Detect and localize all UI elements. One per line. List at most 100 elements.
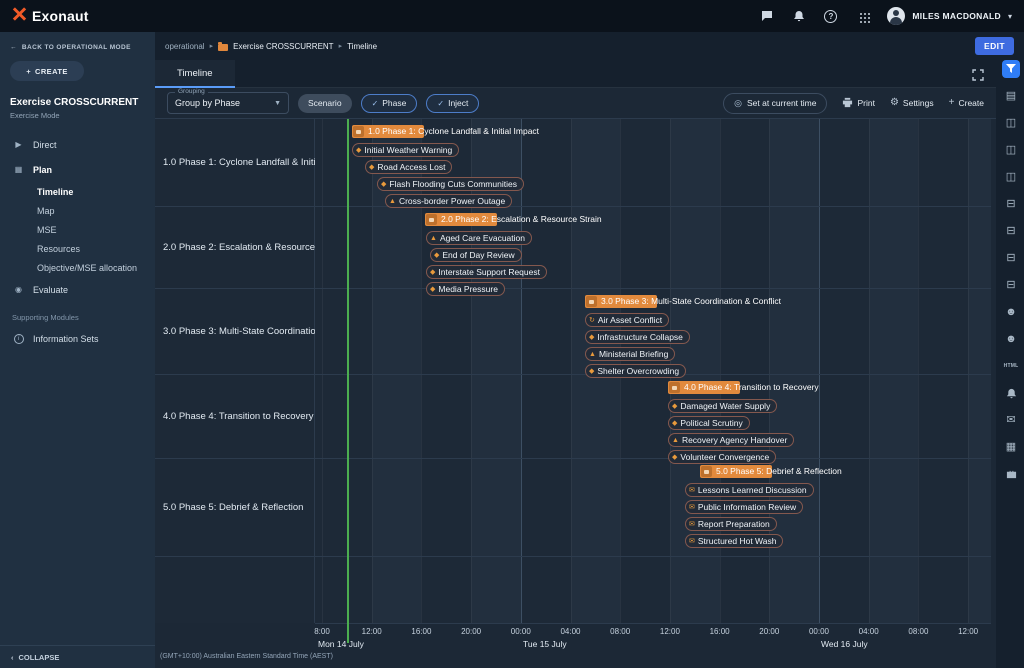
sync-icon: ↻ — [589, 317, 595, 324]
warning-icon: ▲ — [389, 198, 396, 205]
inject-chip-aged-care-evacuation[interactable]: ▲Aged Care Evacuation — [426, 231, 532, 245]
sidebar-create-button[interactable]: + CREATE — [10, 61, 84, 81]
tab-timeline[interactable]: Timeline — [155, 60, 235, 88]
case-icon[interactable] — [1002, 465, 1020, 483]
plus-icon: + — [26, 67, 31, 76]
inject-chip-interstate-support-request[interactable]: ◆Interstate Support Request — [426, 265, 547, 279]
sidebar-item-plan[interactable]: ▦Plan — [0, 157, 155, 182]
inject-chip-end-of-day-review[interactable]: ◆End of Day Review — [430, 248, 522, 262]
inject-chip-damaged-water-supply[interactable]: ◆Damaged Water Supply — [668, 399, 777, 413]
sidebar-item-resources[interactable]: Resources — [0, 239, 155, 258]
chat-icon[interactable] — [759, 9, 774, 24]
sidebar-item-mse[interactable]: MSE — [0, 220, 155, 239]
bolt-icon: ◆ — [430, 286, 435, 293]
inject-chip-structured-hot-wash[interactable]: ✉Structured Hot Wash — [685, 534, 783, 548]
sidebar-item-label: Information Sets — [33, 334, 99, 344]
breadcrumb-operational[interactable]: operational — [165, 42, 205, 51]
info-icon: i — [13, 334, 24, 344]
notifications-bell-icon[interactable] — [791, 9, 806, 24]
inject-chip-shelter-overcrowding[interactable]: ◆Shelter Overcrowding — [585, 364, 686, 378]
mail-icon[interactable]: ✉ — [1002, 411, 1020, 429]
brand-name: Exonaut — [32, 8, 89, 24]
avatar — [887, 7, 905, 25]
sidebar-item-objective-mse-allocation[interactable]: Objective/MSE allocation — [0, 258, 155, 277]
inject-chip-lessons-learned-discussion[interactable]: ✉Lessons Learned Discussion — [685, 483, 814, 497]
tray-icon[interactable]: ⊟ — [1002, 249, 1020, 267]
exercise-mode-label: Exercise Mode — [0, 108, 155, 120]
card-icon[interactable]: ◫ — [1002, 114, 1020, 132]
inject-chip-air-asset-conflict[interactable]: ↻Air Asset Conflict — [585, 313, 669, 327]
collapse-sidebar-button[interactable]: ‹ COLLAPSE — [0, 645, 155, 668]
apps-grid-icon[interactable] — [855, 9, 870, 24]
phase-bar-label: 1.0 Phase 1: Cyclone Landfall & Initial … — [368, 125, 539, 138]
sidebar-item-information-sets[interactable]: i Information Sets — [0, 326, 155, 351]
help-icon[interactable]: ? — [823, 9, 838, 24]
inject-chip-volunteer-convergence[interactable]: ◆Volunteer Convergence — [668, 450, 776, 464]
tray-icon[interactable]: ⊟ — [1002, 195, 1020, 213]
inject-chip-political-scrutiny[interactable]: ◆Political Scrutiny — [668, 416, 750, 430]
inject-chip-flash-flooding-cuts-communities[interactable]: ◆Flash Flooding Cuts Communities — [377, 177, 524, 191]
document-icon[interactable]: ▤ — [1002, 87, 1020, 105]
phase-filter-chip[interactable]: ✓ Phase — [361, 94, 418, 113]
inject-chip-media-pressure[interactable]: ◆Media Pressure — [426, 282, 505, 296]
tray-icon[interactable]: ⊟ — [1002, 222, 1020, 240]
inject-label: Report Preparation — [698, 519, 770, 529]
plus-icon: + — [949, 98, 955, 108]
bell-icon[interactable] — [1002, 384, 1020, 402]
inject-chip-initial-weather-warning[interactable]: ◆Initial Weather Warning — [352, 143, 459, 157]
sidebar-item-timeline[interactable]: Timeline — [0, 182, 155, 201]
axis-tick: 04:00 — [560, 627, 580, 636]
sidebar-item-evaluate[interactable]: ◉Evaluate — [0, 277, 155, 302]
inject-chip-report-preparation[interactable]: ✉Report Preparation — [685, 517, 777, 531]
create-button[interactable]: + Create — [949, 98, 984, 108]
app-logo[interactable]: Exonaut — [12, 7, 89, 26]
settings-button[interactable]: ⚙ Settings — [890, 98, 934, 108]
phase-row: 5.0 Phase 5: Debrief & Reflection✉Lesson… — [315, 459, 991, 557]
inject-chip-ministerial-briefing[interactable]: ▲Ministerial Briefing — [585, 347, 675, 361]
card-icon[interactable]: ◫ — [1002, 141, 1020, 159]
inject-chip-infrastructure-collapse[interactable]: ◆Infrastructure Collapse — [585, 330, 690, 344]
print-button[interactable]: Print — [842, 97, 874, 110]
set-at-current-time-button[interactable]: ◎ Set at current time — [723, 93, 827, 114]
axis-tick: 12:00 — [958, 627, 978, 636]
inject-chip-cross-border-power-outage[interactable]: ▲Cross-border Power Outage — [385, 194, 512, 208]
axis-tick: 16:00 — [710, 627, 730, 636]
back-to-operational-mode[interactable]: ← BACK TO OPERATIONAL MODE — [0, 32, 155, 51]
inject-chip-road-access-lost[interactable]: ◆Road Access Lost — [365, 160, 452, 174]
day-label: Mon 14 July — [318, 639, 364, 649]
card-icon[interactable]: ◫ — [1002, 168, 1020, 186]
gantt-chart-area[interactable]: 1.0 Phase 1: Cyclone Landfall & Initial … — [315, 119, 991, 623]
timeline-panel: Grouping Group by Phase ▼ Scenario ✓ Pha… — [155, 88, 996, 668]
sidebar-item-map[interactable]: Map — [0, 201, 155, 220]
left-sidebar: ← BACK TO OPERATIONAL MODE + CREATE Exer… — [0, 32, 155, 668]
chart-icon[interactable]: ▦ — [1002, 438, 1020, 456]
sidebar-item-label: MSE — [37, 225, 57, 235]
sidebar-item-label: Objective/MSE allocation — [37, 263, 137, 273]
axis-tick: 00:00 — [511, 627, 531, 636]
inject-chip-public-information-review[interactable]: ✉Public Information Review — [685, 500, 803, 514]
tray-icon[interactable]: ⊟ — [1002, 276, 1020, 294]
edit-button[interactable]: EDIT — [975, 37, 1014, 55]
inject-filter-chip[interactable]: ✓ Inject — [426, 94, 479, 113]
phase-row: 1.0 Phase 1: Cyclone Landfall & Initial … — [315, 119, 991, 207]
inject-label: Flash Flooding Cuts Communities — [389, 179, 517, 189]
fullscreen-icon[interactable] — [972, 68, 984, 86]
inject-label: Damaged Water Supply — [680, 401, 770, 411]
filter-icon[interactable] — [1002, 60, 1020, 78]
html-icon[interactable]: HTML — [1002, 357, 1020, 375]
scenario-filter-chip[interactable]: Scenario — [298, 94, 352, 113]
group-icon[interactable]: ☻ — [1002, 303, 1020, 321]
sidebar-item-direct[interactable]: ▶Direct — [0, 132, 155, 157]
day-label: Tue 15 July — [523, 639, 567, 649]
breadcrumb-exercise[interactable]: Exercise CROSSCURRENT — [233, 42, 333, 51]
inject-label: Media Pressure — [438, 284, 498, 294]
user-menu[interactable]: MILES MACDONALD ▾ — [887, 7, 1012, 25]
grouping-value: Group by Phase — [175, 98, 240, 108]
phase-row: 3.0 Phase 3: Multi-State Coordination & … — [315, 289, 991, 375]
grouping-label: Grouping — [175, 88, 208, 95]
inject-chip-recovery-agency-handover[interactable]: ▲Recovery Agency Handover — [668, 433, 794, 447]
axis-tick: 16:00 — [411, 627, 431, 636]
grouping-select[interactable]: Grouping Group by Phase ▼ — [167, 92, 289, 114]
breadcrumb-timeline[interactable]: Timeline — [347, 42, 377, 51]
group-icon[interactable]: ☻ — [1002, 330, 1020, 348]
